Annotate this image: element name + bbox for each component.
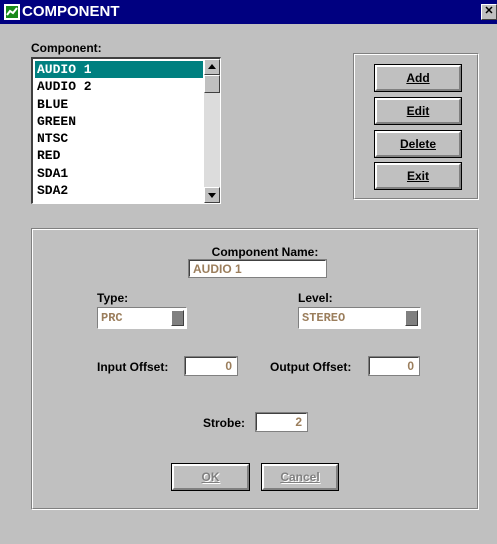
list-item[interactable]: NTSC bbox=[35, 130, 203, 147]
strobe-label: Strobe: bbox=[203, 416, 245, 430]
list-item[interactable]: SDA2 bbox=[35, 182, 203, 199]
output-offset-field[interactable]: 0 bbox=[368, 356, 420, 376]
list-scrollbar[interactable] bbox=[204, 59, 220, 203]
level-label: Level: bbox=[298, 291, 333, 305]
scroll-up-icon[interactable] bbox=[204, 59, 220, 75]
exit-button[interactable]: Exit bbox=[374, 162, 462, 190]
list-item[interactable]: AUDIO 2 bbox=[35, 78, 203, 95]
type-label: Type: bbox=[97, 291, 129, 305]
edit-button[interactable]: Edit bbox=[374, 97, 462, 125]
strobe-field[interactable]: 2 bbox=[255, 412, 308, 432]
close-icon[interactable]: ✕ bbox=[481, 4, 497, 20]
output-offset-label: Output Offset: bbox=[270, 360, 352, 374]
type-value: PRC bbox=[101, 311, 123, 325]
delete-button[interactable]: Delete bbox=[374, 130, 462, 158]
component-list-items: AUDIO 1 AUDIO 2 BLUE GREEN NTSC RED SDA1… bbox=[35, 61, 203, 199]
list-item[interactable]: SDA1 bbox=[35, 165, 203, 182]
title-bar: COMPONENT ✕ bbox=[0, 0, 497, 24]
list-item[interactable]: RED bbox=[35, 147, 203, 164]
scroll-down-icon[interactable] bbox=[204, 187, 220, 203]
scroll-thumb[interactable] bbox=[204, 75, 220, 93]
app-icon bbox=[4, 4, 20, 20]
component-name-label: Component Name: bbox=[211, 245, 319, 259]
component-list-label: Component: bbox=[31, 41, 102, 55]
level-select[interactable]: STEREO bbox=[298, 307, 421, 329]
add-button[interactable]: Add bbox=[374, 64, 462, 92]
input-offset-field[interactable]: 0 bbox=[184, 356, 238, 376]
list-item[interactable]: AUDIO 1 bbox=[35, 61, 203, 79]
component-listbox[interactable]: AUDIO 1 AUDIO 2 BLUE GREEN NTSC RED SDA1… bbox=[31, 57, 221, 204]
window-title: COMPONENT bbox=[22, 3, 120, 20]
list-item[interactable]: GREEN bbox=[35, 113, 203, 130]
cancel-button[interactable]: Cancel bbox=[261, 463, 339, 491]
level-dropdown-button[interactable] bbox=[405, 310, 418, 326]
component-name-field[interactable]: AUDIO 1 bbox=[188, 259, 327, 278]
ok-button[interactable]: OK bbox=[171, 463, 250, 491]
type-select[interactable]: PRC bbox=[97, 307, 187, 329]
type-dropdown-button[interactable] bbox=[171, 310, 184, 326]
level-value: STEREO bbox=[302, 311, 346, 325]
input-offset-label: Input Offset: bbox=[97, 360, 169, 374]
list-item[interactable]: BLUE bbox=[35, 96, 203, 113]
